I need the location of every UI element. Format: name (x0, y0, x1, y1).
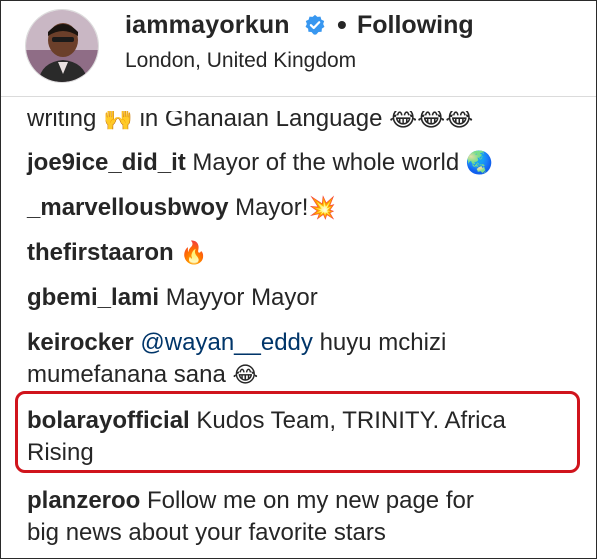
header-divider (1, 96, 596, 97)
comment-item-highlighted: bolarayofficial Kudos Team, TRINITY. Afr… (27, 405, 587, 469)
comment-username[interactable]: planzeroo (27, 487, 140, 514)
collision-emoji-icon: 💥 (308, 196, 336, 221)
post-author-username[interactable]: iammayorkun (125, 11, 290, 40)
comment-item: keirocker @wayan__eddy huyu mchizi mumef… (27, 327, 587, 392)
following-button[interactable]: Following (357, 11, 474, 40)
comment-username[interactable]: gbemi_lami (27, 284, 159, 311)
post-location[interactable]: London, United Kingdom (125, 49, 356, 73)
post-header: iammayorkun • Following London, United K… (1, 1, 596, 91)
verified-badge-icon (305, 14, 325, 35)
comment-username[interactable]: joe9ice_did_it (27, 149, 186, 176)
comment-text: Mayor of the whole world (192, 149, 460, 176)
clipped-comment: writing 🙌 in Ghanaian Language 😂😂😂 (27, 111, 587, 139)
comment-item: planzeroo Follow me on my new page for b… (27, 485, 587, 549)
comment-text: huyu mchizi (319, 329, 447, 356)
comment-mention[interactable]: @wayan__eddy (140, 329, 312, 356)
comment-text-continued: big news about your favorite stars (27, 519, 386, 546)
comment-item: _marvellousbwoy Mayor!💥 (27, 192, 587, 225)
instagram-comments-panel: iammayorkun • Following London, United K… (0, 0, 597, 559)
comment-username[interactable]: bolarayofficial (27, 407, 190, 434)
clipped-comment-text: writing 🙌 in Ghanaian Language 😂😂😂 (27, 111, 474, 132)
comment-item: thefirstaaron 🔥 (27, 237, 587, 270)
fire-emoji-icon: 🔥 (180, 241, 208, 266)
comment-username[interactable]: _marvellousbwoy (27, 194, 228, 221)
comment-text-continued: Rising (27, 439, 94, 466)
comment-username[interactable]: keirocker (27, 329, 134, 356)
comment-item: joe9ice_did_it Mayor of the whole world … (27, 147, 587, 180)
comment-item: gbemi_lami Mayyor Mayor (27, 282, 587, 314)
comment-text: Kudos Team, TRINITY. Africa (196, 407, 506, 434)
comment-text: Mayor! (235, 194, 309, 221)
comment-text-continued: mumefanana sana (27, 361, 226, 388)
comment-text: Follow me on my new page for (147, 487, 474, 514)
separator-dot: • (337, 9, 347, 40)
comment-text: Mayyor Mayor (165, 284, 318, 311)
globe-emoji-icon: 🌏 (465, 151, 494, 176)
comment-username[interactable]: thefirstaaron (27, 239, 174, 266)
avatar[interactable] (25, 9, 99, 83)
laughing-emoji-icon: 😂 (232, 363, 259, 388)
